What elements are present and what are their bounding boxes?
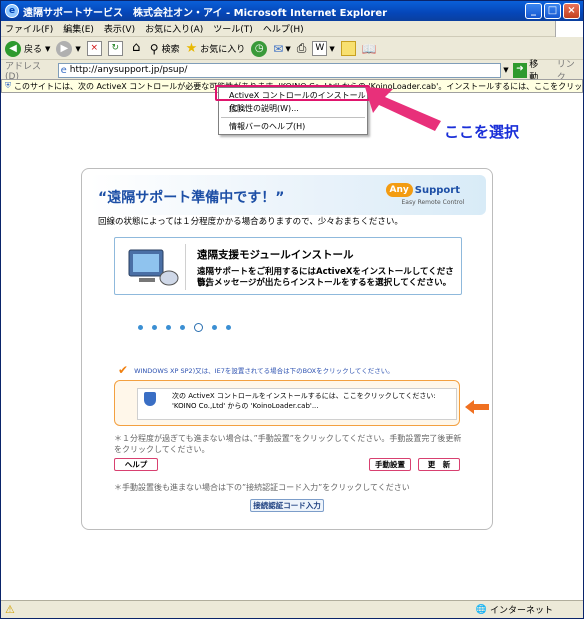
progress-dot <box>212 325 217 330</box>
page-icon: e <box>60 64 67 76</box>
check-icon: ✔ <box>118 363 129 377</box>
toolbar: ◀ 戻る ▼ ▶ ▼ × ↻ ⌂ ⚲ 検索 ★ お気に入り ◷ ✉ ▼ ⎙ W ▼ … <box>1 38 583 60</box>
forward-arrow-icon: ▶ <box>56 40 73 57</box>
forward-button[interactable]: ▶ ▼ <box>56 40 81 57</box>
menu-edit[interactable]: 編集(E) <box>63 22 94 35</box>
close-button[interactable]: × <box>563 3 580 19</box>
module-line-2: 警告メッセージが出たらインストールをするを選択してください。 <box>197 278 452 288</box>
print-button[interactable]: ⎙ <box>297 41 307 56</box>
menu-view[interactable]: 表示(V) <box>104 22 135 35</box>
star-icon: ★ <box>185 41 198 56</box>
support-panel: “遠隔サポート準備中です！” Any Support Easy Remote C… <box>81 168 493 530</box>
progress-dot <box>226 325 231 330</box>
dropdown-arrow-icon: ▼ <box>45 44 51 53</box>
menu-favorites[interactable]: お気に入り(A) <box>145 22 203 35</box>
window-title: 遠隔サポートサービス 株式会社オン・アイ - Microsoft Interne… <box>23 7 388 19</box>
folder-icon <box>340 41 356 56</box>
folder-button[interactable] <box>340 41 356 56</box>
progress-dot <box>152 325 157 330</box>
ie-icon: e <box>5 4 19 18</box>
manual-note: ＊１分程度が過ぎても進まない場合は、”手動設置”をクリックしてください。手動設置… <box>114 434 462 454</box>
highlight-box <box>215 85 370 101</box>
pink-arrow-icon <box>365 87 441 131</box>
menu-bar: ファイル(F) 編集(E) 表示(V) お気に入り(A) ツール(T) ヘルプ(… <box>1 21 583 37</box>
module-install-box: 遠隔支援モジュールインストール 遠隔サポートをご利用するにはActiveXをイン… <box>114 237 462 295</box>
stop-button[interactable]: × <box>86 41 102 56</box>
warning-icon: ⚠ <box>5 603 15 616</box>
shield-icon: ⛨ <box>5 81 11 90</box>
help-button[interactable]: ヘルプ <box>114 458 158 471</box>
code-note: ＊手動設置後も進まない場合は下の”接続認証コード入力”をクリックしてください <box>114 483 410 492</box>
refresh-button[interactable]: ↻ <box>107 41 123 56</box>
back-button[interactable]: ◀ 戻る ▼ <box>5 40 51 57</box>
refresh-page-button[interactable]: 更 新 <box>418 458 460 471</box>
globe-icon: 🌐 <box>475 604 487 615</box>
home-button[interactable]: ⌂ <box>129 41 144 56</box>
favorites-button[interactable]: ★ お気に入り <box>186 41 246 56</box>
home-icon: ⌂ <box>132 40 141 55</box>
address-input[interactable]: e http://anysupport.jp/psup/ <box>57 62 502 78</box>
winxp-note: ✔ WINDOWS XP SP2)又は、IE7を設置されてる場合は下のBOXをク… <box>118 363 394 377</box>
maximize-button[interactable]: □ <box>544 3 561 19</box>
connection-code-button[interactable]: 接続認証コード入力 <box>250 499 324 512</box>
windows-flag-icon <box>555 21 583 37</box>
research-icon: 📖 <box>361 41 377 56</box>
go-arrow-icon: ➜ <box>512 62 528 78</box>
address-bar: アドレス(D) e http://anysupport.jp/psup/ ▼ ➜… <box>1 60 583 83</box>
shield-icon <box>144 392 156 406</box>
stop-icon: × <box>86 41 102 56</box>
callout-text: ここを選択 <box>444 123 520 141</box>
progress-dot <box>138 325 143 330</box>
panel-header: “遠隔サポート準備中です！” Any Support Easy Remote C… <box>90 175 486 215</box>
mail-icon: ✉ <box>273 41 284 56</box>
progress-dot-active <box>194 323 203 332</box>
menu-tools[interactable]: ツール(T) <box>213 22 253 35</box>
search-icon: ⚲ <box>149 41 159 56</box>
menu-risk-explanation[interactable]: 危険性の説明(W)... <box>219 102 367 115</box>
progress-dot <box>180 325 185 330</box>
edit-button[interactable]: W ▼ <box>312 41 335 56</box>
activex-install-link[interactable]: 次の ActiveX コントロールをインストールするには、ここをクリックしてくだ… <box>137 388 457 420</box>
ie-window: e 遠隔サポートサービス 株式会社オン・アイ - Microsoft Inter… <box>0 0 584 619</box>
progress-dots <box>138 323 231 332</box>
computer-icon <box>128 249 179 286</box>
history-button[interactable]: ◷ <box>251 40 268 57</box>
anysupport-logo: Any Support Easy Remote Control <box>385 183 464 206</box>
status-description: 回線の状態によっては１分程度かかる場合ありますので、少々おまちください。 <box>98 217 403 227</box>
refresh-icon: ↻ <box>107 41 123 56</box>
menu-infobar-help[interactable]: 情報バーのヘルプ(H) <box>219 120 367 133</box>
history-icon: ◷ <box>251 40 268 57</box>
manual-install-button[interactable]: 手動設置 <box>369 458 411 471</box>
research-button[interactable]: 📖 <box>362 42 377 56</box>
menu-file[interactable]: ファイル(F) <box>5 22 53 35</box>
search-button[interactable]: ⚲ 検索 <box>150 42 180 56</box>
module-title: 遠隔支援モジュールインストール <box>197 249 354 261</box>
address-dropdown-icon[interactable]: ▼ <box>503 66 508 74</box>
panel-title: “遠隔サポート準備中です！” <box>98 190 285 206</box>
security-zone: 🌐 インターネット <box>475 604 553 617</box>
title-bar: e 遠隔サポートサービス 株式会社オン・アイ - Microsoft Inter… <box>1 1 583 21</box>
address-value: http://anysupport.jp/psup/ <box>69 65 188 75</box>
edit-icon: W <box>312 41 328 56</box>
activex-install-box: 次の ActiveX コントロールをインストールするには、ここをクリックしてくだ… <box>114 380 460 426</box>
progress-dot <box>166 325 171 330</box>
orange-arrow-icon <box>465 400 489 414</box>
print-icon: ⎙ <box>296 41 307 55</box>
minimize-button[interactable]: _ <box>525 3 542 19</box>
status-bar: ⚠ 🌐 インターネット <box>1 600 583 618</box>
menu-help[interactable]: ヘルプ(H) <box>263 22 304 35</box>
back-arrow-icon: ◀ <box>5 40 21 57</box>
menu-separator <box>221 117 365 118</box>
mail-button[interactable]: ✉ ▼ <box>273 42 290 56</box>
